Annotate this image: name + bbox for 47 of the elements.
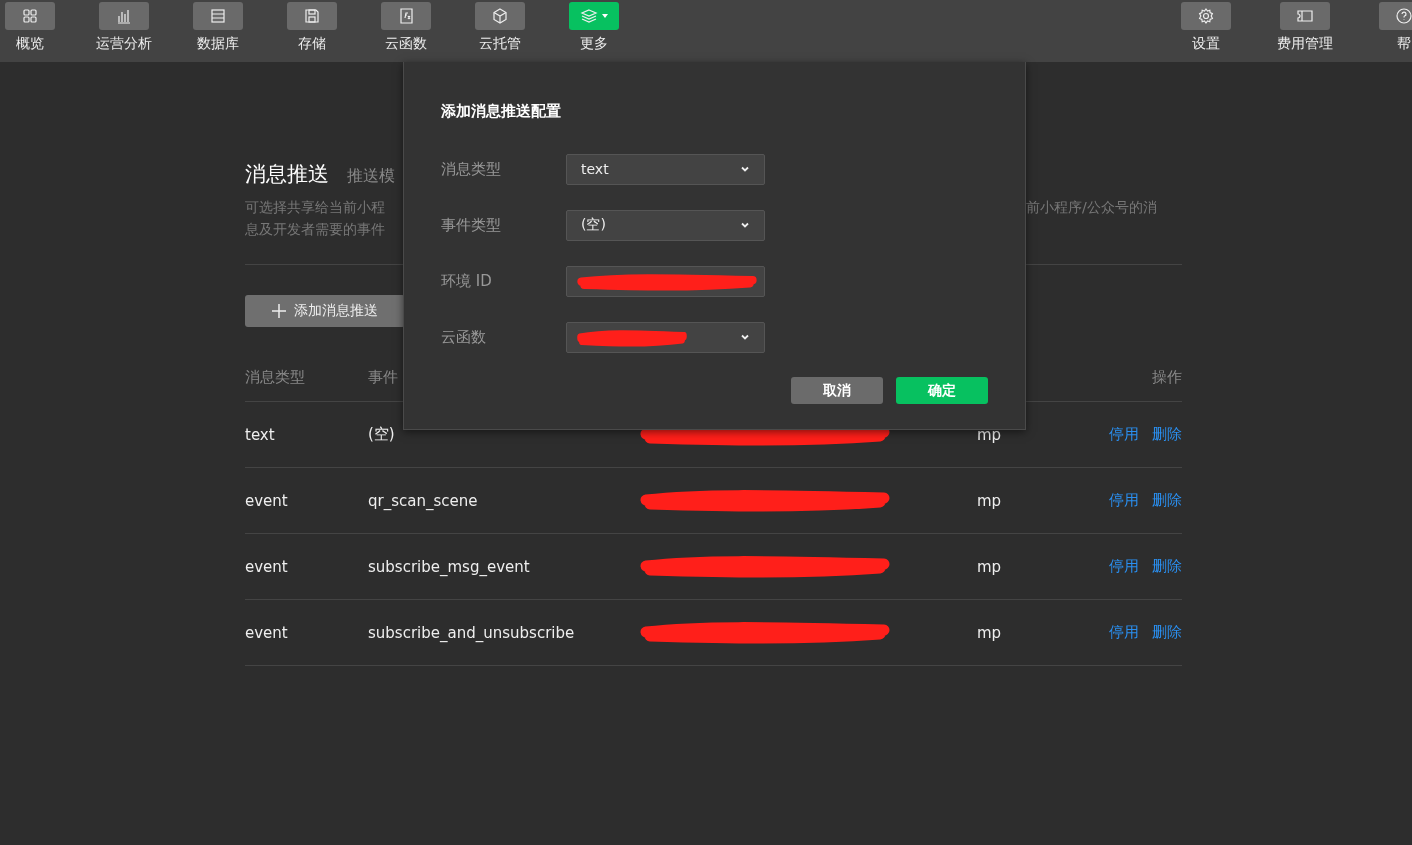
field-label: 事件类型 xyxy=(441,215,502,235)
table-cell-text: mp xyxy=(977,425,1003,444)
action-link[interactable]: 删除 xyxy=(1152,623,1182,642)
action-link[interactable]: 停用 xyxy=(1109,425,1139,444)
toolbar-button[interactable]: 设置 xyxy=(1176,0,1236,62)
description-text: 前小程序/公众号的消 xyxy=(1026,198,1158,217)
table-cell-text: mp xyxy=(977,623,1003,642)
field-label: 云函数 xyxy=(441,327,487,347)
add-push-button[interactable]: 添加消息推送 xyxy=(245,295,405,327)
table-cell-text: event xyxy=(245,557,289,576)
toolbar-button[interactable]: 云函数 xyxy=(376,0,436,62)
table-cell-text: subscribe_msg_event xyxy=(368,557,531,576)
action-link[interactable]: 删除 xyxy=(1152,425,1182,444)
toolbar-button[interactable]: 存储 xyxy=(282,0,342,62)
dropdown-field[interactable]: text xyxy=(566,153,765,185)
table-cell-text: text xyxy=(245,425,276,444)
description-text: 息及开发者需要的事件 xyxy=(245,220,386,239)
table-cell-text: (空) xyxy=(368,425,396,444)
field-label: 环境 ID xyxy=(441,271,493,291)
toolbar-button[interactable]: 运营分析 xyxy=(94,0,154,62)
column-header: 操作 xyxy=(1152,367,1182,387)
column-header: 事件 xyxy=(368,367,399,387)
page-title: 消息推送 xyxy=(245,161,329,188)
toolbar-button[interactable]: 更多 xyxy=(564,0,624,62)
description-text: 可选择共享给当前小程 xyxy=(245,198,386,217)
table-cell-text: subscribe_and_unsubscribe xyxy=(368,623,576,642)
table-cell-text: mp xyxy=(977,557,1003,576)
toolbar-button[interactable]: 概览 xyxy=(0,0,60,62)
table-cell-text: event xyxy=(245,623,289,642)
page-subtitle: 推送模 xyxy=(347,166,395,187)
table-cell-text: event xyxy=(245,491,289,510)
table-cell-text: mp xyxy=(977,491,1003,510)
toolbar-button[interactable]: 费用管理 xyxy=(1275,0,1335,62)
action-link[interactable]: 删除 xyxy=(1152,491,1182,510)
dropdown-field[interactable]: (空) xyxy=(566,209,765,241)
dialog-title: 添加消息推送配置 xyxy=(441,102,562,121)
cancel-button[interactable]: 取消 xyxy=(791,377,883,404)
toolbar-button[interactable]: 数据库 xyxy=(188,0,248,62)
toolbar-button[interactable]: 云托管 xyxy=(470,0,530,62)
toolbar-button[interactable]: 帮 xyxy=(1374,0,1412,62)
action-link[interactable]: 停用 xyxy=(1109,491,1139,510)
field-label: 消息类型 xyxy=(441,159,502,179)
table-cell-text: qr_scan_scene xyxy=(368,491,479,510)
column-header: 消息类型 xyxy=(245,367,306,387)
action-link[interactable]: 停用 xyxy=(1109,623,1139,642)
action-link[interactable]: 停用 xyxy=(1109,557,1139,576)
action-link[interactable]: 删除 xyxy=(1152,557,1182,576)
